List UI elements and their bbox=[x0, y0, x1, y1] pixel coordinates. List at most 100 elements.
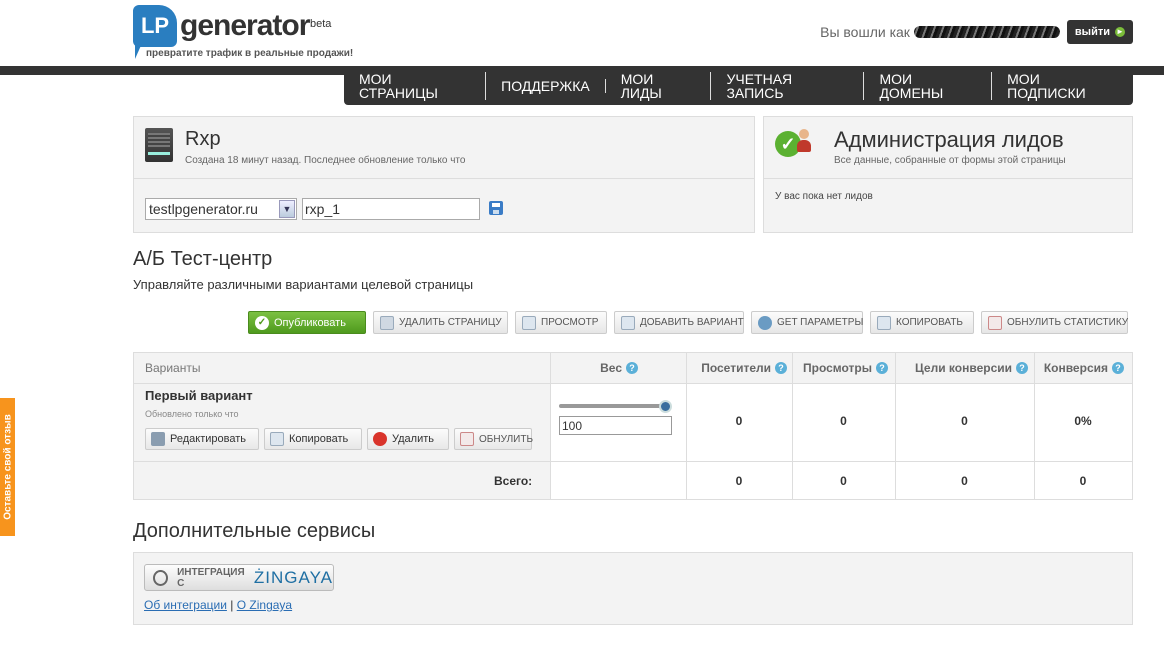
help-icon[interactable]: ? bbox=[775, 362, 787, 374]
redacted-username bbox=[913, 25, 1060, 38]
nav-item-my-domains[interactable]: МОИ ДОМЕНЫ bbox=[864, 71, 993, 100]
nav-item-support[interactable]: ПОДДЕРЖКА bbox=[486, 78, 606, 93]
header-goals: Цели конверсии ? bbox=[895, 353, 1028, 383]
ab-test-title: А/Б Тест-центр bbox=[133, 248, 273, 270]
nav-item-account[interactable]: УЧЕТНАЯ ЗАПИСЬ bbox=[711, 71, 865, 100]
logo-badge-tail bbox=[135, 41, 143, 59]
header-weight: Вес ? bbox=[550, 353, 638, 383]
about-integration-link[interactable]: Об интеграции bbox=[144, 598, 227, 612]
delete-variant-button[interactable]: Удалить bbox=[367, 428, 449, 450]
login-text: Вы вошли как bbox=[820, 23, 910, 40]
wrench-icon bbox=[151, 432, 165, 446]
help-icon[interactable]: ? bbox=[876, 362, 888, 374]
leads-title[interactable]: Администрация лидов bbox=[834, 127, 1064, 153]
logo-wordmark: generator bbox=[180, 9, 310, 42]
preview-icon bbox=[522, 315, 536, 330]
copy-page-button[interactable]: КОПИРОВАТЬ bbox=[870, 311, 974, 334]
delete-page-button[interactable]: УДАЛИТЬ СТРАНИЦУ bbox=[373, 311, 508, 334]
copy-variant-button[interactable]: Копировать bbox=[264, 428, 362, 450]
extra-links: Об интеграции | О Zingaya bbox=[144, 598, 292, 612]
add-variant-label: ДОБАВИТЬ ВАРИАНТ bbox=[640, 317, 744, 328]
leads-header: ✓ Администрация лидов Все данные, собран… bbox=[764, 117, 1132, 179]
server-icon bbox=[145, 128, 173, 162]
nav-item-my-subscriptions[interactable]: МОИ ПОДПИСКИ bbox=[992, 72, 1133, 100]
total-conversion: 0 bbox=[1079, 474, 1087, 488]
preview-button[interactable]: ПРОСМОТР bbox=[515, 311, 607, 334]
zingaya-logo: ŻINGAYA bbox=[253, 567, 333, 587]
copy-variant-label: Копировать bbox=[289, 433, 349, 445]
total-visitors: 0 bbox=[735, 474, 743, 488]
variant-visitors: 0 bbox=[735, 414, 743, 428]
zingaya-integration-label: ИНТЕГРАЦИЯ С bbox=[177, 566, 245, 589]
copy-icon bbox=[877, 315, 891, 330]
person-icon bbox=[797, 129, 811, 153]
total-label: Всего: bbox=[494, 474, 533, 488]
get-params-button[interactable]: GET ПАРАМЕТРЫ bbox=[751, 311, 863, 334]
arrow-right-icon: ► bbox=[1115, 26, 1125, 37]
edit-variant-button[interactable]: Редактировать bbox=[145, 428, 259, 450]
logout-button[interactable]: выйти ► bbox=[1066, 19, 1133, 44]
leads-admin-icon: ✓ bbox=[775, 129, 811, 159]
header-visitors: Посетители ? bbox=[686, 353, 787, 383]
variant-name: Первый вариант bbox=[145, 388, 253, 403]
page-subtitle: Создана 18 минут назад. Последнее обновл… bbox=[185, 155, 466, 166]
about-zingaya-link[interactable]: О Zingaya bbox=[237, 598, 292, 612]
nav-item-my-leads[interactable]: МОИ ЛИДЫ bbox=[606, 71, 712, 100]
publish-button[interactable]: ✓ Опубликовать bbox=[248, 311, 366, 334]
total-views: 0 bbox=[840, 474, 847, 488]
delete-page-label: УДАЛИТЬ СТРАНИЦУ bbox=[399, 317, 502, 328]
variant-conversion: 0% bbox=[1074, 414, 1092, 428]
reset-stats-icon bbox=[988, 315, 1002, 330]
header-views: Просмотры ? bbox=[792, 353, 888, 383]
variants-table: Варианты Вес ? Посетители ? Просмотры ? … bbox=[133, 352, 1133, 500]
ab-test-subtitle: Управляйте различными вариантами целевой… bbox=[133, 277, 474, 292]
nav-item-my-pages[interactable]: МОИ СТРАНИЦЫ bbox=[344, 71, 487, 100]
edit-variant-label: Редактировать bbox=[170, 433, 246, 445]
feedback-tab[interactable]: Оставьте свой отзыв bbox=[0, 398, 15, 536]
get-params-label: GET ПАРАМЕТРЫ bbox=[777, 317, 864, 328]
leads-empty-text: У вас пока нет лидов bbox=[775, 191, 873, 202]
domain-value: testlpgenerator.ru bbox=[149, 201, 258, 217]
help-icon[interactable]: ? bbox=[1016, 362, 1028, 374]
page-name: Rxp bbox=[185, 128, 221, 150]
login-area: Вы вошли как выйти ► bbox=[820, 19, 1133, 44]
copy-icon bbox=[270, 432, 284, 446]
logout-label: выйти bbox=[1074, 25, 1110, 38]
header-conversion: Конверсия ? bbox=[1034, 353, 1124, 383]
header-conversion-label: Конверсия bbox=[1043, 361, 1108, 375]
row-divider bbox=[134, 461, 1132, 462]
weight-slider-handle[interactable] bbox=[659, 400, 672, 413]
phone-icon bbox=[153, 569, 169, 586]
total-goals: 0 bbox=[961, 474, 968, 488]
lpgenerator-logo[interactable]: LP generator beta превратите трафик в ре… bbox=[133, 5, 353, 63]
logo-slogan: превратите трафик в реальные продажи! bbox=[146, 48, 354, 59]
gear-icon bbox=[758, 315, 772, 330]
save-icon[interactable] bbox=[489, 201, 503, 215]
help-icon[interactable]: ? bbox=[626, 362, 638, 374]
chevron-down-icon[interactable]: ▼ bbox=[279, 200, 295, 218]
weight-input[interactable]: 100 bbox=[559, 416, 672, 435]
link-separator: | bbox=[230, 598, 234, 612]
variant-views: 0 bbox=[840, 414, 847, 428]
extra-services-title: Дополнительные сервисы bbox=[133, 520, 376, 542]
delete-icon bbox=[373, 432, 387, 446]
slug-input[interactable]: rxp_1 bbox=[302, 198, 480, 220]
help-icon[interactable]: ? bbox=[1112, 362, 1124, 374]
reset-variant-button[interactable]: ОБНУЛИТЬ bbox=[454, 428, 533, 450]
weight-slider[interactable] bbox=[559, 404, 665, 408]
reset-stats-icon bbox=[460, 432, 474, 446]
add-variant-icon bbox=[621, 315, 635, 330]
reset-stats-button[interactable]: ОБНУЛИТЬ СТАТИСТИКУ bbox=[981, 311, 1128, 334]
zingaya-integration-button[interactable]: ИНТЕГРАЦИЯ С ŻINGAYA bbox=[144, 564, 334, 591]
delete-variant-label: Удалить bbox=[392, 433, 434, 445]
domain-select[interactable]: testlpgenerator.ru ▼ bbox=[145, 198, 297, 220]
header-goals-label: Цели конверсии bbox=[915, 361, 1012, 375]
header-divider bbox=[134, 383, 1132, 384]
page-info-panel: Rxp Создана 18 минут назад. Последнее об… bbox=[133, 116, 755, 233]
page-info-header: Rxp Создана 18 минут назад. Последнее об… bbox=[134, 117, 754, 179]
feedback-label: Оставьте свой отзыв bbox=[2, 414, 13, 520]
add-variant-button[interactable]: ДОБАВИТЬ ВАРИАНТ bbox=[614, 311, 744, 334]
copy-page-label: КОПИРОВАТЬ bbox=[896, 317, 963, 328]
header-weight-label: Вес bbox=[600, 361, 622, 375]
main-nav: МОИ СТРАНИЦЫ ПОДДЕРЖКА МОИ ЛИДЫ УЧЕТНАЯ … bbox=[344, 66, 1133, 105]
